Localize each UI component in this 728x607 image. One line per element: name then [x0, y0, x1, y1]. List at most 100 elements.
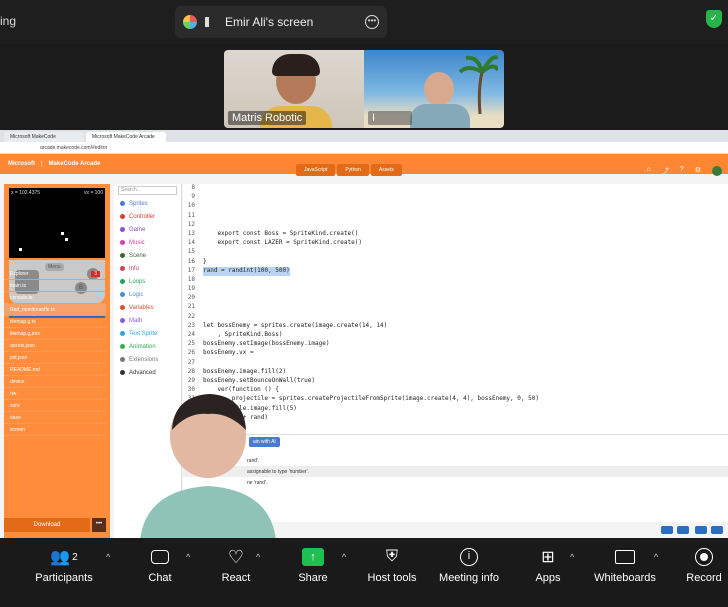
package-item[interactable]: core — [4, 400, 106, 412]
code-line[interactable]: 22 — [183, 313, 728, 322]
help-icon[interactable]: ? — [680, 166, 684, 176]
code-text: , SpriteKind.Boss) — [203, 331, 283, 338]
code-line[interactable]: 14 export const LAZER = SpriteKind.creat… — [183, 239, 728, 248]
zoom-out-icon[interactable] — [695, 526, 707, 534]
file-item[interactable]: pxt.json — [4, 352, 106, 364]
share-button[interactable]: ↑ Share — [293, 544, 333, 584]
share-link-icon[interactable]: ⤴ — [662, 166, 669, 176]
code-line[interactable]: 12 — [183, 221, 728, 230]
file-item[interactable]: assets.json — [4, 340, 106, 352]
undo-icon[interactable] — [661, 526, 673, 534]
chevron-up-icon[interactable]: ^ — [106, 552, 110, 562]
address-bar[interactable]: arcade.makecode.com/#editor — [0, 142, 728, 154]
zoom-in-icon[interactable] — [711, 526, 723, 534]
toolbox-category[interactable]: Sprites — [114, 197, 181, 210]
meeting-controls: 👥 2 Participants ^ Chat ^ ♡ React ^ ↑ Sha… — [0, 538, 728, 607]
code-line[interactable]: 21 — [183, 303, 728, 312]
react-button[interactable]: ♡ React — [216, 544, 256, 585]
toolbox-category[interactable]: Info — [114, 262, 181, 275]
code-line[interactable]: 19 — [183, 285, 728, 294]
code-line[interactable]: 18 — [183, 276, 728, 285]
package-item[interactable]: hw — [4, 388, 106, 400]
chevron-up-icon[interactable]: ^ — [342, 552, 346, 562]
apps-button[interactable]: ⊞ Apps — [528, 544, 568, 584]
chevron-up-icon[interactable]: ^ — [570, 552, 574, 562]
package-item[interactable]: screen — [4, 424, 106, 436]
chat-button[interactable]: Chat — [140, 544, 180, 584]
download-button[interactable]: Download — [4, 518, 90, 532]
category-icon — [120, 331, 125, 336]
tab-javascript[interactable]: JavaScript — [296, 164, 336, 176]
code-line[interactable]: 11 — [183, 212, 728, 221]
toolbox-category[interactable]: Advanced — [114, 366, 181, 379]
code-line[interactable]: 15 — [183, 248, 728, 257]
toolbox-category[interactable]: Scene — [114, 249, 181, 262]
file-item[interactable]: console.ts — [4, 292, 106, 304]
toolbox-category[interactable]: Logic — [114, 288, 181, 301]
host-tools-button[interactable]: ⛨ Host tools — [362, 544, 422, 584]
record-button[interactable]: Record — [684, 544, 724, 584]
code-line[interactable]: 8 — [183, 184, 728, 193]
file-item[interactable]: tilemap.g.jres — [4, 328, 106, 340]
code-line[interactable]: 10 — [183, 202, 728, 211]
tab-python[interactable]: Python — [337, 164, 369, 176]
explorer-header[interactable]: Explorer 3 — [4, 268, 106, 280]
avatar[interactable] — [712, 166, 722, 176]
screen-share-indicator[interactable]: Emir Ali's screen ••• — [175, 6, 387, 38]
code-line[interactable]: 26 bossEnemy.vx = — [183, 349, 728, 358]
toolbox-category[interactable]: Extensions — [114, 353, 181, 366]
more-icon[interactable]: ••• — [365, 15, 379, 29]
category-label: Text Sprite — [129, 330, 158, 337]
toolbox-category[interactable]: Controller — [114, 210, 181, 223]
code-line[interactable]: 28 bossEnemy.image.fill(2) — [183, 368, 728, 377]
file-item[interactable]: Rad_monitoranfle.ts — [4, 304, 106, 316]
code-line[interactable]: 24 , SpriteKind.Boss) — [183, 331, 728, 340]
category-icon — [120, 214, 125, 219]
toolbox-category[interactable]: Text Sprite — [114, 327, 181, 340]
tab-assets[interactable]: Assets — [370, 164, 402, 176]
line-number: 17 — [187, 266, 195, 274]
code-line[interactable]: 29 bossEnemy.setBounceOnWall(true) — [183, 377, 728, 386]
download-more-button[interactable]: ••• — [92, 518, 106, 532]
line-number: 10 — [187, 202, 195, 210]
file-item[interactable]: README.md — [4, 364, 106, 376]
toolbox-category[interactable]: Loops — [114, 275, 181, 288]
file-item[interactable]: main.ts — [4, 280, 106, 292]
toolbox-category[interactable]: Animation — [114, 340, 181, 353]
sprite — [19, 248, 22, 251]
toolbox-search-input[interactable]: Search... — [118, 186, 177, 195]
video-tile-host[interactable]: Matris Robotic — [224, 50, 364, 128]
browser-tab[interactable]: Microsoft MakeCode — [4, 132, 84, 142]
code-line[interactable]: 16} — [183, 258, 728, 267]
participants-button[interactable]: 👥 2 Participants — [34, 544, 94, 584]
code-line[interactable]: 23 let bossEnemy = sprites.create(image.c… — [183, 322, 728, 331]
package-item[interactable]: base — [4, 412, 106, 424]
code-line[interactable]: 13 export const Boss = SpriteKind.create… — [183, 230, 728, 239]
chevron-up-icon[interactable]: ^ — [256, 552, 260, 562]
code-line[interactable]: 17 rand = randint(100, 500) — [183, 266, 728, 276]
whiteboards-button[interactable]: Whiteboards — [590, 544, 660, 584]
toolbox-category[interactable]: Variables — [114, 301, 181, 314]
meeting-info-button[interactable]: i Meeting info — [434, 544, 504, 584]
chevron-up-icon[interactable]: ^ — [186, 552, 190, 562]
package-item[interactable]: device — [4, 376, 106, 388]
redo-icon[interactable] — [677, 526, 689, 534]
file-item[interactable]: tilemap.g.ts — [4, 316, 106, 328]
security-shield-icon[interactable]: ✓ — [706, 10, 722, 28]
toolbox-category[interactable]: Music — [114, 236, 181, 249]
code-line[interactable]: 20 — [183, 294, 728, 303]
code-line[interactable]: 9 — [183, 193, 728, 202]
game-screen[interactable]: x = 102.4375 vx = 100 — [9, 188, 105, 258]
browser-tab-active[interactable]: Microsoft MakeCode Arcade — [86, 132, 166, 142]
category-icon — [120, 370, 125, 375]
line-number: 26 — [187, 349, 195, 357]
settings-gear-icon[interactable]: ⚙ — [695, 166, 701, 176]
video-tile-participant[interactable]: I — [364, 50, 504, 128]
toolbox-category[interactable]: Math — [114, 314, 181, 327]
whiteboards-label: Whiteboards — [594, 572, 656, 584]
home-icon[interactable]: ⌂ — [647, 166, 651, 176]
toolbox-category[interactable]: Game — [114, 223, 181, 236]
chevron-up-icon[interactable]: ^ — [654, 552, 658, 562]
code-line[interactable]: 25 bossEnemy.setImage(bossEnemy.image) — [183, 340, 728, 349]
code-line[interactable]: 27 — [183, 359, 728, 368]
